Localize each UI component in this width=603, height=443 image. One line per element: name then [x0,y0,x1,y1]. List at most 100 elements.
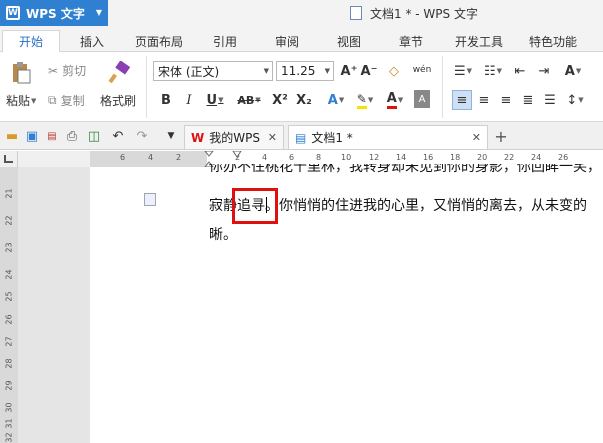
strikethrough-button[interactable]: AB ▼ [232,90,266,110]
decrease-indent-icon[interactable]: ⇤ [510,61,530,81]
paste-icon[interactable] [8,60,34,86]
format-painter-label: 格式刷 [100,94,137,108]
open-folder-icon[interactable]: ▬ [4,128,20,144]
page-marker-icon [144,193,156,206]
paragraph-line-text: 你办不住桃花千里林，我转身却未见到你的身影，你回眸一笑， [209,164,601,175]
phonetic-guide-button[interactable]: wén [410,58,434,82]
cut-button[interactable]: ✂ 剪切 [48,62,86,79]
change-case-icon[interactable]: A ▼ [560,61,586,81]
font-color-button[interactable]: A ▼ [382,90,408,110]
italic-button[interactable]: I [180,90,198,110]
scissors-icon: ✂ [48,63,59,78]
ribbon-tabs: 开始 插入 页面布局 引用 审阅 视图 章节 开发工具 特色功能 [0,26,603,52]
text-effect-icon[interactable]: A ▼ [324,90,348,110]
strikethrough-label: AB [237,93,255,107]
title-bar: W WPS 文字 ▼ 文档1 * - WPS 文字 [0,0,603,26]
doc-tab-document1[interactable]: ▤ 文档1 * ✕ [288,125,488,149]
font-name-select[interactable]: 宋体 (正文) ▼ [153,61,273,81]
doc-tab-my-wps[interactable]: W 我的WPS ✕ [184,125,284,149]
tab-insert[interactable]: 插入 [66,30,118,52]
grow-font-button[interactable]: A⁺ [340,61,358,81]
format-painter-button[interactable]: 格式刷 [100,92,136,109]
character-shading-icon[interactable]: A [414,90,430,108]
ruler-tick: 24 [531,153,542,162]
document-icon: ▤ [295,130,307,145]
superscript-button[interactable]: X² [270,90,290,110]
ruler-tick: 21 [4,188,14,199]
subscript-button[interactable]: X₂ [294,90,314,110]
export-pdf-icon[interactable]: ▤ [44,128,60,144]
align-left-icon[interactable]: ≡ [452,90,472,110]
first-line-indent-icon[interactable] [232,151,242,159]
new-tab-icon[interactable]: + [492,127,510,146]
tab-home[interactable]: 开始 [2,30,60,52]
font-name-value: 宋体 (正文) [158,64,220,79]
tab-stop-selector[interactable] [0,151,18,167]
ruler-tick: 26 [558,153,569,162]
bold-button[interactable]: B [157,90,175,110]
close-icon[interactable]: ✕ [472,131,481,144]
format-painter-icon[interactable] [106,60,132,86]
chevron-down-icon: ▼ [95,8,102,17]
justify-icon[interactable]: ≣ [518,90,538,110]
ruler-tick: 12 [369,153,380,162]
ruler-tick: 4 [148,153,154,162]
tab-section[interactable]: 章节 [386,30,436,52]
text-cursor [266,197,267,213]
clear-format-icon[interactable]: ◇ [385,61,403,81]
ruler-tick: 8 [316,153,322,162]
tab-page-layout[interactable]: 页面布局 [126,30,192,52]
paste-label: 粘贴 [6,94,31,108]
copy-icon: ⧉ [48,93,57,107]
paste-button[interactable]: 粘贴 ▼ [6,92,36,109]
ruler-tick: 32 [4,432,14,443]
shrink-font-button[interactable]: A⁻ [360,61,378,81]
ruler-tick: 30 [4,402,14,413]
align-center-icon[interactable]: ≡ [474,90,494,110]
ruler-tick: 14 [396,153,407,162]
vertical-ruler[interactable]: 21 22 23 24 25 26 27 28 29 30 31 32 [0,167,18,443]
ruler-tick: 25 [4,291,14,302]
save-icon[interactable]: ▣ [24,128,40,144]
ruler-tick: 6 [120,153,126,162]
ruler-tick: 26 [4,314,14,325]
wps-logo-icon: W [191,130,205,145]
highlight-annotation-box [232,188,278,224]
chevron-down-icon: ▼ [263,67,269,75]
redo-icon[interactable]: ↷ [134,128,150,144]
ruler-tick: 4 [262,153,268,162]
highlight-color-icon[interactable]: ✎ ▼ [352,90,378,110]
increase-indent-icon[interactable]: ⇥ [534,61,554,81]
font-color-label: A [386,91,397,109]
copy-label: 复制 [60,94,85,108]
chevron-down-icon: ▼ [324,67,330,75]
tab-review[interactable]: 审阅 [262,30,312,52]
font-size-select[interactable]: 11.25 ▼ [276,61,334,81]
quick-access-toolbar: ▬ ▣ ▤ ⎙ ◫ ↶ ↷ ▼ W 我的WPS ✕ ▤ 文档1 * ✕ + [0,122,603,150]
tab-references[interactable]: 引用 [200,30,250,52]
copy-button[interactable]: ⧉ 复制 [48,92,85,109]
print-preview-icon[interactable]: ◫ [86,128,102,144]
underline-button[interactable]: U ▼ [203,90,227,110]
distributed-align-icon[interactable]: ☰ [540,90,560,110]
tab-special-features[interactable]: 特色功能 [520,30,586,52]
bullet-list-icon[interactable]: ☰ ▼ [450,61,476,81]
print-icon[interactable]: ⎙ [64,128,80,144]
align-right-icon[interactable]: ≡ [496,90,516,110]
line-spacing-icon[interactable]: ↕ ▼ [562,90,588,110]
paragraph-line[interactable]: 晰。 [209,224,237,244]
numbered-list-icon[interactable]: ☷ ▼ [480,61,506,81]
paragraph-line[interactable]: 你办不住桃花千里林，我转身却未见到你的身影，你回眸一笑， [209,164,601,178]
ruler-tick: 31 [4,418,14,429]
ribbon-separator [442,56,443,118]
doc-tab-label: 我的WPS [209,131,260,145]
ruler-tick: 24 [4,269,14,280]
tab-view[interactable]: 视图 [324,30,374,52]
close-icon[interactable]: ✕ [268,131,277,144]
undo-icon[interactable]: ↶ [110,128,126,144]
window-title: 文档1 * - WPS 文字 [350,0,478,26]
font-size-value: 11.25 [281,64,316,78]
wps-app-menu-button[interactable]: W WPS 文字 ▼ [0,0,108,26]
customize-toolbar-icon[interactable]: ▼ [164,128,178,144]
tab-developer[interactable]: 开发工具 [446,30,512,52]
